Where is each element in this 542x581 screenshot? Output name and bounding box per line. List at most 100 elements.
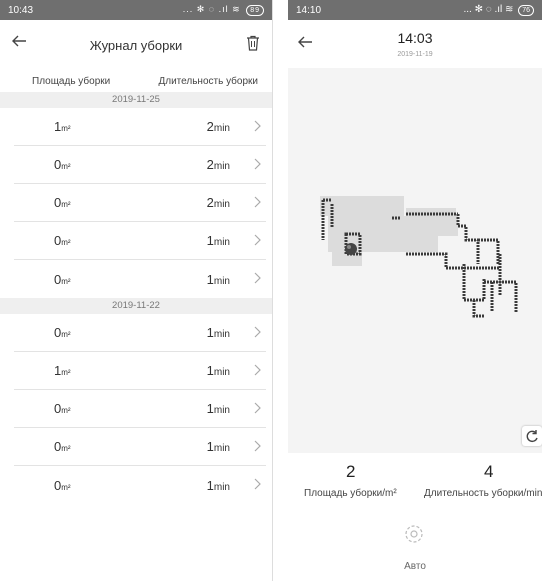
row-duration-unit: min xyxy=(213,123,230,134)
status-time: 10:43 xyxy=(8,4,34,16)
row-duration-unit: min xyxy=(213,161,230,172)
log-row[interactable]: 1m² 1min xyxy=(14,352,266,390)
chevron-right-icon xyxy=(254,364,261,376)
row-duration-value: 1 xyxy=(206,233,214,248)
row-area-unit: m² xyxy=(61,330,71,339)
area-value: 2 xyxy=(346,462,356,481)
row-area: 1m² xyxy=(54,363,71,378)
log-row[interactable]: 0m² 1min xyxy=(14,390,266,428)
cleaning-map-screen: 14:10 ... ✻ ◌ .ıl ≋ 76 14:03 2019-11-19 xyxy=(288,0,542,581)
row-duration-unit: min xyxy=(213,329,230,340)
row-area: 0m² xyxy=(54,478,71,493)
row-duration: 1min xyxy=(207,401,230,416)
duration-value: 4 xyxy=(484,462,494,481)
cleaning-stats: 2 Площадь уборки/m² 4 Длительность уборк… xyxy=(288,458,542,508)
cleaning-log-screen: 10:43 ... ✻ ◌ .ıl ≋ 89 Журнал уборки Пло… xyxy=(0,0,273,581)
row-duration-value: 1 xyxy=(206,363,214,378)
robot-icon xyxy=(345,243,357,255)
log-row[interactable]: 0m² 1min xyxy=(14,314,266,352)
row-duration: 1min xyxy=(207,439,230,454)
row-area-unit: m² xyxy=(61,368,71,377)
log-row[interactable]: 0m² 1min xyxy=(14,428,266,466)
row-duration-value: 2 xyxy=(206,195,214,210)
chevron-right-icon xyxy=(254,234,261,246)
row-duration: 1min xyxy=(207,233,230,248)
row-area-unit: m² xyxy=(61,162,71,171)
battery-icon: 89 xyxy=(246,5,264,16)
row-duration-unit: min xyxy=(213,481,230,493)
row-duration-value: 1 xyxy=(206,401,214,416)
row-area-unit: m² xyxy=(61,444,71,453)
row-duration: 1min xyxy=(207,272,230,287)
chevron-right-icon xyxy=(254,120,261,132)
row-area-unit: m² xyxy=(61,276,71,286)
page-title: Журнал уборки xyxy=(89,37,183,53)
status-icons: ... ✻ ◌ .ıl ≋ 89 xyxy=(183,4,264,16)
row-duration-value: 1 xyxy=(206,439,214,454)
row-area: 0m² xyxy=(54,272,71,287)
column-headers: Площадь уборки Длительность уборки xyxy=(0,70,272,92)
row-duration-unit: min xyxy=(213,367,230,378)
row-duration-value: 2 xyxy=(206,119,214,134)
row-area: 1m² xyxy=(54,119,71,134)
column-area-header: Площадь уборки xyxy=(32,75,111,87)
mode-label: Авто xyxy=(404,561,426,572)
back-arrow-icon[interactable] xyxy=(10,32,34,56)
row-area-unit: m² xyxy=(61,482,71,492)
row-duration-unit: min xyxy=(213,199,230,210)
log-row[interactable]: 0m² 1min xyxy=(14,260,266,298)
row-duration: 1min xyxy=(207,363,230,378)
status-time: 14:10 xyxy=(296,4,322,16)
row-duration-unit: min xyxy=(213,275,230,287)
status-bar: 14:10 ... ✻ ◌ .ıl ≋ 76 xyxy=(288,0,542,20)
session-time: 14:03 xyxy=(397,30,433,46)
column-duration-header: Длительность уборки xyxy=(158,75,258,87)
log-row[interactable]: 0m² 1min xyxy=(14,222,266,260)
row-area: 0m² xyxy=(54,233,71,248)
map-header: 14:03 2019-11-19 xyxy=(288,20,542,68)
date-group-header: 2019-11-25 xyxy=(0,92,272,108)
status-bar: 10:43 ... ✻ ◌ .ıl ≋ 89 xyxy=(0,0,272,20)
row-area: 0m² xyxy=(54,157,71,172)
date-group-header: 2019-11-22 xyxy=(0,298,272,314)
row-duration: 1min xyxy=(207,325,230,340)
row-duration-value: 1 xyxy=(206,325,214,340)
row-area-unit: m² xyxy=(61,124,71,133)
mode-auto-icon[interactable] xyxy=(403,523,425,545)
cleaning-log-list: 2019-11-25 1m² 2min 0m² 2min 0m² 2min 0m² 1min 0m… xyxy=(0,92,272,504)
row-duration-unit: min xyxy=(213,237,230,248)
row-duration-value: 1 xyxy=(206,271,214,287)
row-area-unit: m² xyxy=(61,238,71,247)
row-duration: 2min xyxy=(207,195,230,210)
chevron-right-icon xyxy=(254,326,261,338)
refresh-map-icon[interactable] xyxy=(522,426,542,446)
row-duration: 2min xyxy=(207,157,230,172)
row-area-unit: m² xyxy=(61,406,71,415)
row-duration-value: 2 xyxy=(206,157,214,172)
row-duration-unit: min xyxy=(213,443,230,454)
battery-icon: 76 xyxy=(518,5,534,16)
trash-icon[interactable] xyxy=(246,35,262,53)
map-drawing xyxy=(320,196,518,318)
log-row[interactable]: 1m² 2min xyxy=(14,108,266,146)
row-duration: 2min xyxy=(207,119,230,134)
row-area: 0m² xyxy=(54,439,71,454)
row-area-unit: m² xyxy=(61,200,71,209)
row-area: 0m² xyxy=(54,401,71,416)
top-nav: Журнал уборки xyxy=(0,20,272,70)
chevron-right-icon xyxy=(254,196,261,208)
cleaning-map xyxy=(288,68,542,453)
row-duration-value: 1 xyxy=(206,477,214,493)
row-area: 0m² xyxy=(54,195,71,210)
chevron-right-icon xyxy=(254,402,261,414)
chevron-right-icon xyxy=(254,440,261,452)
row-duration: 1min xyxy=(207,478,230,493)
chevron-right-icon xyxy=(254,272,261,284)
status-icons: ... ✻ ◌ .ıl ≋ 76 xyxy=(463,4,534,16)
duration-label: Длительность уборки/min xyxy=(424,488,542,499)
row-area: 0m² xyxy=(54,325,71,340)
log-row[interactable]: 0m² 2min xyxy=(14,146,266,184)
log-row[interactable]: 0m² 2min xyxy=(14,184,266,222)
log-row[interactable]: 0m² 1min xyxy=(14,466,266,504)
row-duration-unit: min xyxy=(213,405,230,416)
